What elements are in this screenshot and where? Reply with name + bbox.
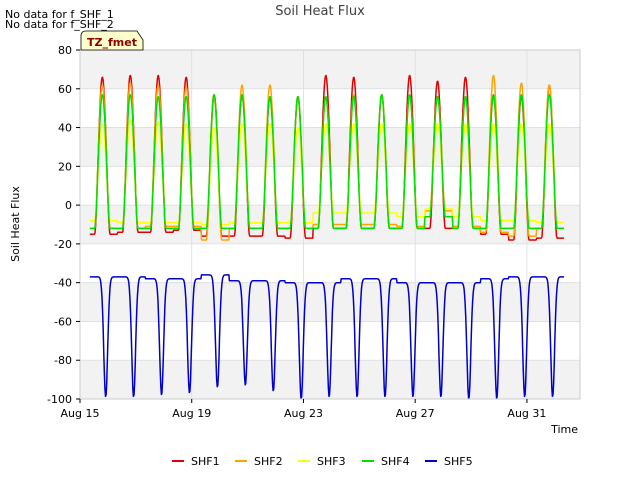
x-tick-label: Aug 27 — [396, 407, 435, 420]
legend-label-shf2: SHF2 — [254, 455, 283, 468]
legend-label-shf4: SHF4 — [381, 455, 410, 468]
x-axis-label: Time — [550, 423, 578, 436]
y-tick-label: -60 — [54, 315, 72, 328]
legend-label-shf5: SHF5 — [444, 455, 473, 468]
y-tick-label: -80 — [54, 354, 72, 367]
chart-title: Soil Heat Flux — [275, 4, 365, 19]
plot-band — [80, 205, 580, 244]
plot-band — [80, 243, 580, 283]
y-tick-label: 60 — [58, 83, 72, 96]
legend-label-shf3: SHF3 — [317, 455, 346, 468]
legend: SHF1 SHF2 SHF3 SHF4 SHF5 — [172, 455, 473, 468]
x-tick-label: Aug 31 — [507, 407, 546, 420]
y-tick-label: -20 — [54, 238, 72, 251]
y-tick-label: 40 — [58, 122, 72, 135]
y-tick-label: 20 — [58, 160, 72, 173]
plot-band — [80, 321, 580, 361]
x-tick-label: Aug 19 — [172, 407, 211, 420]
no-data-note-2: No data for f_SHF_2 — [5, 18, 114, 31]
plot-band — [80, 282, 580, 322]
site-label: TZ_fmet — [87, 36, 137, 49]
y-tick-label: 0 — [65, 199, 72, 212]
y-tick-label: -100 — [47, 393, 72, 406]
y-tick-label: -40 — [54, 277, 72, 290]
x-tick-label: Aug 23 — [284, 407, 323, 420]
x-axis-ticks: Aug 15 Aug 19 Aug 23 Aug 27 Aug 31 — [61, 399, 546, 420]
plot-background — [80, 50, 580, 399]
y-axis-ticks: -100 -80 -60 -40 -20 0 20 40 60 80 — [47, 44, 80, 406]
legend-label-shf1: SHF1 — [191, 455, 220, 468]
y-tick-label: 80 — [58, 44, 72, 57]
plot-band — [80, 50, 580, 89]
site-label-box: TZ_fmet — [80, 30, 144, 51]
y-axis-label: Soil Heat Flux — [9, 186, 22, 262]
soil-heat-flux-chart: -100-80-60-40-20020406080 Aug 15 Aug 19 Au… — [5, 4, 581, 468]
x-tick-label: Aug 15 — [61, 407, 100, 420]
